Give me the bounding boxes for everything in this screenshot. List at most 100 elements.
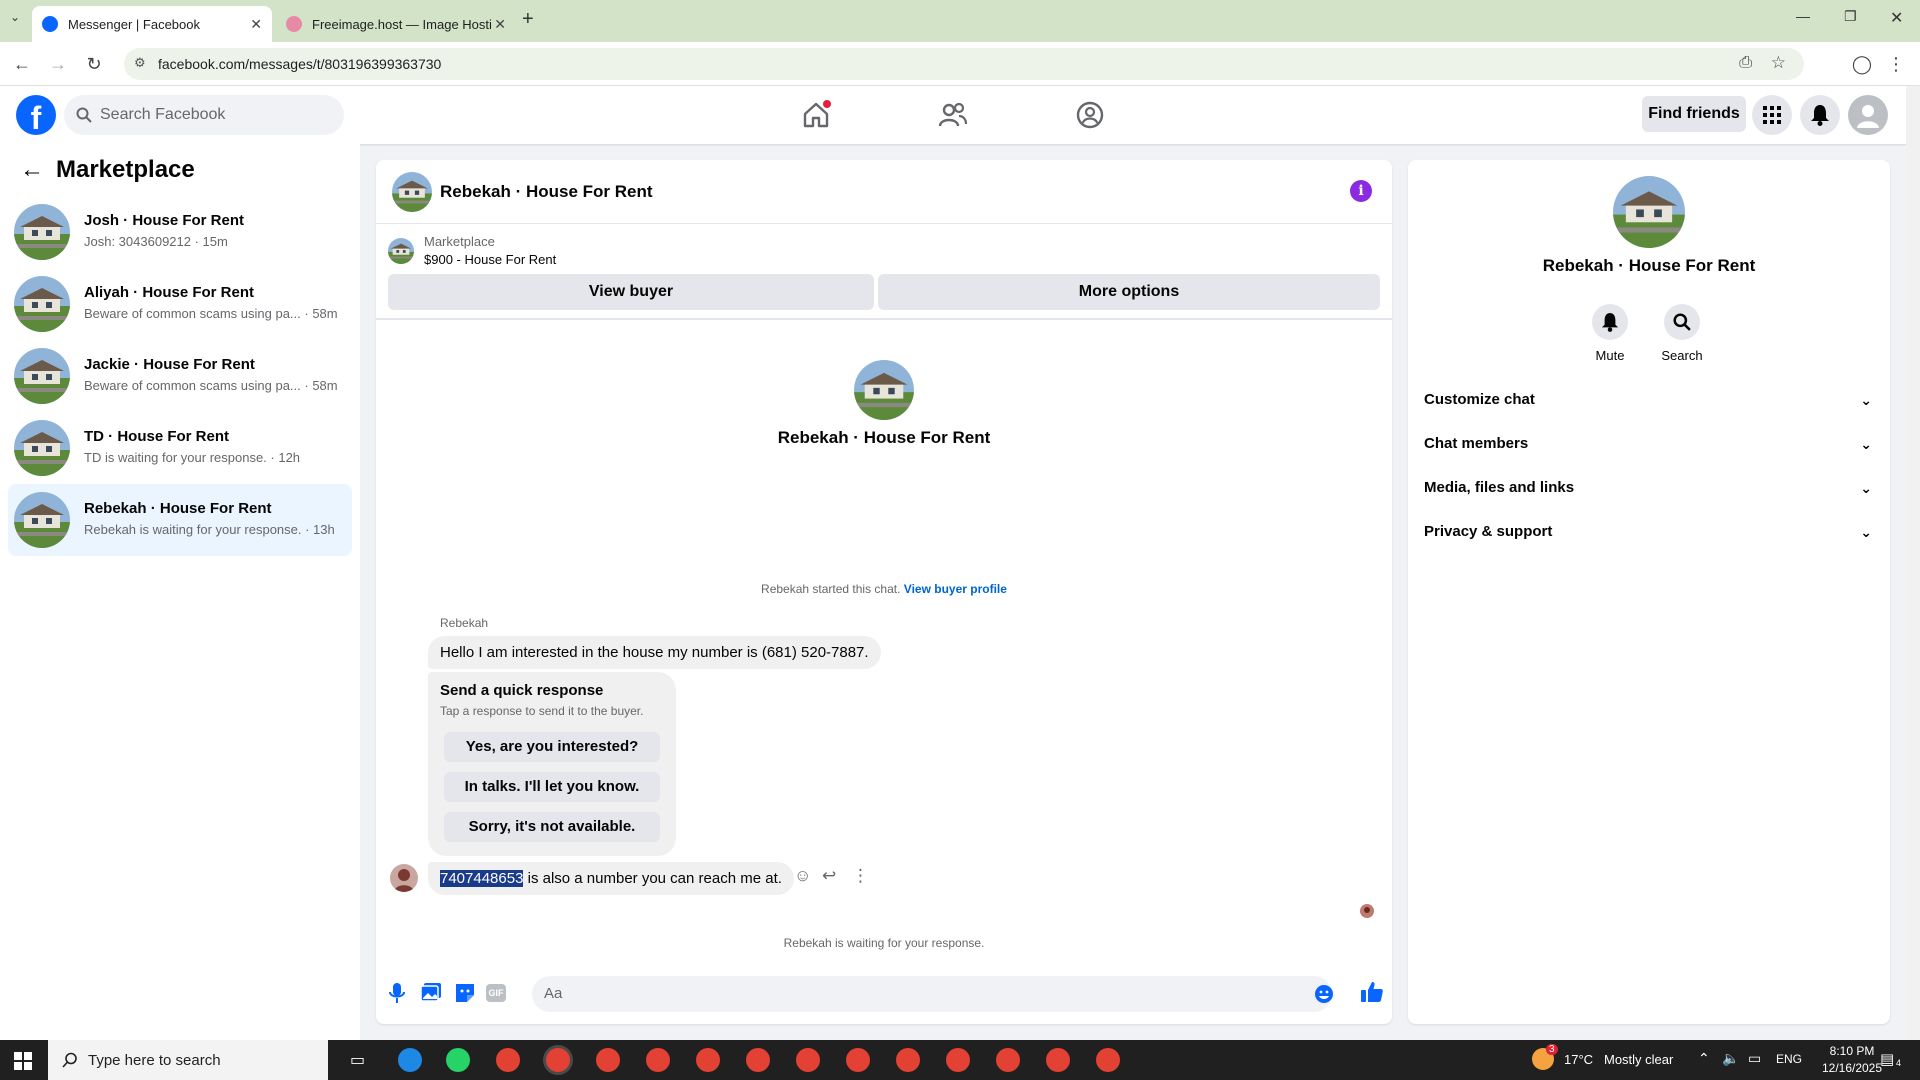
sender-avatar[interactable] xyxy=(390,864,418,892)
view-buyer-profile-link[interactable]: View buyer profile xyxy=(904,582,1007,596)
gif-icon[interactable]: GIF xyxy=(486,984,506,1002)
windows-start-icon[interactable] xyxy=(14,1052,32,1070)
message-bubble[interactable]: 7407448653 is also a number you can reac… xyxy=(428,862,794,895)
clock-time[interactable]: 8:10 PM xyxy=(1822,1044,1882,1058)
conversation-item[interactable]: Jackie · House For Rent Beware of common… xyxy=(8,340,352,412)
language-indicator[interactable]: ENG xyxy=(1776,1052,1802,1066)
details-avatar[interactable] xyxy=(1613,176,1685,248)
address-bar[interactable]: ⚙ facebook.com/messages/t/80319639936373… xyxy=(124,48,1804,80)
back-icon[interactable]: ← xyxy=(10,52,34,76)
chat-title[interactable]: Rebekah · House For Rent xyxy=(440,182,653,202)
chrome-icon[interactable] xyxy=(896,1048,920,1072)
minimize-icon[interactable]: — xyxy=(1796,8,1810,24)
chat-avatar[interactable] xyxy=(392,172,432,212)
microphone-icon[interactable] xyxy=(388,982,406,1004)
chrome-icon[interactable] xyxy=(1096,1048,1120,1072)
section-label: Customize chat xyxy=(1424,391,1535,408)
new-tab-icon[interactable]: + xyxy=(522,8,534,31)
emoji-icon[interactable] xyxy=(1314,984,1334,1004)
conversation-item[interactable]: Aliyah · House For Rent Beware of common… xyxy=(8,268,352,340)
chrome-icon[interactable] xyxy=(496,1048,520,1072)
edge-icon[interactable] xyxy=(398,1048,422,1072)
tab-freeimage[interactable]: Freeimage.host — Image Hosti ✕ xyxy=(276,6,516,42)
home-icon[interactable] xyxy=(800,99,832,131)
mute-button[interactable]: Mute xyxy=(1580,304,1640,363)
chrome-icon[interactable] xyxy=(1046,1048,1070,1072)
network-icon[interactable]: ▭ xyxy=(1748,1050,1761,1067)
chat-pane: Rebekah · House For Rent i Marketplace $… xyxy=(376,160,1392,1024)
customize-chat-row[interactable]: Customize chat ⌄ xyxy=(1424,378,1874,422)
chrome-icon[interactable] xyxy=(596,1048,620,1072)
tab-messenger[interactable]: Messenger | Facebook ✕ xyxy=(32,6,272,42)
profile-icon[interactable]: ◯ xyxy=(1850,52,1874,76)
photo-icon[interactable] xyxy=(420,982,442,1002)
more-options-button[interactable]: More options xyxy=(878,274,1380,310)
close-tab-icon[interactable]: ✕ xyxy=(250,16,262,33)
message-input[interactable]: Aa xyxy=(532,976,1332,1012)
whatsapp-icon[interactable] xyxy=(446,1048,470,1072)
find-friends-button[interactable]: Find friends xyxy=(1642,96,1746,132)
tray-overflow-icon[interactable]: ⌃ xyxy=(1698,1050,1710,1067)
chrome-icon[interactable] xyxy=(946,1048,970,1072)
menu-button[interactable] xyxy=(1752,95,1792,135)
chrome-icon[interactable] xyxy=(746,1048,770,1072)
site-info-icon[interactable]: ⚙ xyxy=(134,55,146,71)
volume-icon[interactable]: 🔈 xyxy=(1722,1050,1739,1067)
chat-members-row[interactable]: Chat members ⌄ xyxy=(1424,422,1874,466)
chrome-icon[interactable] xyxy=(546,1048,570,1072)
listing-category: Marketplace xyxy=(424,234,495,249)
weather-text[interactable]: Mostly clear xyxy=(1604,1052,1673,1067)
notification-center-icon[interactable]: ▤ xyxy=(1880,1050,1894,1068)
url-text: facebook.com/messages/t/803196399363730 xyxy=(158,56,442,72)
react-icon[interactable]: ☺ xyxy=(794,866,811,886)
back-arrow-icon[interactable]: ← xyxy=(20,156,44,184)
facebook-search-input[interactable]: Search Facebook xyxy=(64,95,344,135)
buyer-profile-name: Rebekah · House For Rent xyxy=(777,428,991,447)
chrome-icon[interactable] xyxy=(696,1048,720,1072)
bookmark-star-icon[interactable]: ☆ xyxy=(1771,53,1786,73)
conversation-item[interactable]: Josh · House For Rent Josh: 3043609212 ·… xyxy=(8,196,352,268)
search-icon xyxy=(1673,313,1691,331)
install-app-icon[interactable]: ⎙ xyxy=(1739,54,1752,72)
info-icon[interactable]: i xyxy=(1350,180,1372,202)
view-buyer-button[interactable]: View buyer xyxy=(388,274,874,310)
taskbar-search-input[interactable]: Type here to search xyxy=(48,1040,328,1080)
listing-thumbnail[interactable] xyxy=(388,238,414,264)
chrome-icon[interactable] xyxy=(796,1048,820,1072)
search-in-chat-button[interactable]: Search xyxy=(1652,304,1712,363)
thumbs-up-icon[interactable] xyxy=(1360,980,1384,1004)
quick-response-option[interactable]: Yes, are you interested? xyxy=(444,732,660,762)
close-tab-icon[interactable]: ✕ xyxy=(494,16,506,33)
account-avatar[interactable] xyxy=(1848,95,1888,135)
chrome-icon[interactable] xyxy=(996,1048,1020,1072)
chrome-icon[interactable] xyxy=(646,1048,670,1072)
listing-title[interactable]: $900 - House For Rent xyxy=(424,252,556,267)
forward-icon[interactable]: → xyxy=(46,52,70,76)
conversation-item-selected[interactable]: Rebekah · House For Rent Rebekah is wait… xyxy=(8,484,352,556)
buyer-profile-avatar[interactable] xyxy=(854,360,914,420)
weather-temp[interactable]: 17°C xyxy=(1564,1052,1593,1067)
quick-response-option[interactable]: In talks. I'll let you know. xyxy=(444,772,660,802)
conversation-preview: Beware of common scams using pa... · 58m xyxy=(84,306,338,321)
section-label: Privacy & support xyxy=(1424,523,1553,540)
more-icon[interactable]: ⋮ xyxy=(852,866,869,886)
notifications-button[interactable] xyxy=(1800,95,1840,135)
browser-menu-icon[interactable]: ⋮ xyxy=(1884,52,1908,76)
chrome-icon[interactable] xyxy=(846,1048,870,1072)
message-bubble[interactable]: Hello I am interested in the house my nu… xyxy=(428,636,881,669)
facebook-logo-icon[interactable]: f xyxy=(16,95,56,135)
quick-response-option[interactable]: Sorry, it's not available. xyxy=(444,812,660,842)
reload-icon[interactable]: ↻ xyxy=(82,52,106,76)
tab-list-icon[interactable]: ⌄ xyxy=(10,10,20,24)
groups-icon[interactable] xyxy=(1074,99,1106,131)
reply-icon[interactable]: ↩ xyxy=(822,866,836,886)
page-scrollbar[interactable] xyxy=(1906,86,1920,1040)
conversation-item[interactable]: TD · House For Rent TD is waiting for yo… xyxy=(8,412,352,484)
restore-icon[interactable]: ❐ xyxy=(1844,8,1857,25)
close-window-icon[interactable]: ✕ xyxy=(1890,8,1903,28)
privacy-support-row[interactable]: Privacy & support ⌄ xyxy=(1424,510,1874,554)
task-view-icon[interactable]: ▭ xyxy=(350,1050,365,1070)
media-files-links-row[interactable]: Media, files and links ⌄ xyxy=(1424,466,1874,510)
sticker-icon[interactable] xyxy=(454,982,476,1004)
friends-icon[interactable] xyxy=(937,99,969,131)
